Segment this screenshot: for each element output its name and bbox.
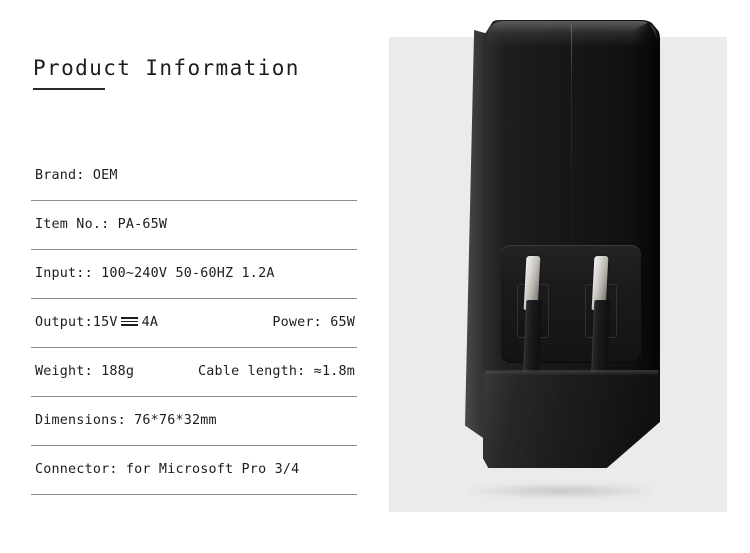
table-row: Output:15V 4A Power: 65W <box>31 299 357 348</box>
product-adapter-image <box>389 0 727 512</box>
spec-aux: Power: 65W <box>272 315 355 330</box>
power-adapter-body <box>465 20 660 470</box>
table-row: Dimensions: 76*76*32mm <box>31 397 357 446</box>
adapter-right-bevel <box>633 22 660 422</box>
table-row: Item No.: PA-65W <box>31 201 357 250</box>
adapter-base-edge-highlight <box>485 370 658 375</box>
specifications-table: Brand: OEM Item No.: PA-65W Input:: 100~… <box>31 152 357 495</box>
product-information-panel: Product Information Brand: OEM Item No.:… <box>0 0 380 553</box>
page-title: Product Information <box>33 56 300 80</box>
output-value-after-dc: 4A <box>141 315 159 330</box>
product-shadow <box>469 484 654 498</box>
table-row: Brand: OEM <box>31 152 357 201</box>
spec-label: Input:: 100~240V 50-60HZ 1.2A <box>35 266 275 281</box>
adapter-angled-base <box>483 372 660 468</box>
title-underline <box>33 88 105 90</box>
spec-aux: Cable length: ≈1.8m <box>198 364 355 379</box>
table-row: Weight: 188g Cable length: ≈1.8m <box>31 348 357 397</box>
spec-label: Brand: OEM <box>35 168 118 183</box>
dc-current-icon <box>120 316 138 327</box>
spec-label: Item No.: PA-65W <box>35 217 168 232</box>
table-row: Input:: 100~240V 50-60HZ 1.2A <box>31 250 357 299</box>
spec-label: Weight: 188g <box>35 364 135 379</box>
table-row: Connector: for Microsoft Pro 3/4 <box>31 446 357 495</box>
spec-label: Connector: for Microsoft Pro 3/4 <box>35 462 300 477</box>
output-value-before-dc: Output:15V <box>35 315 118 330</box>
spec-label: Output:15V 4A <box>35 315 158 330</box>
spec-label: Dimensions: 76*76*32mm <box>35 413 217 428</box>
